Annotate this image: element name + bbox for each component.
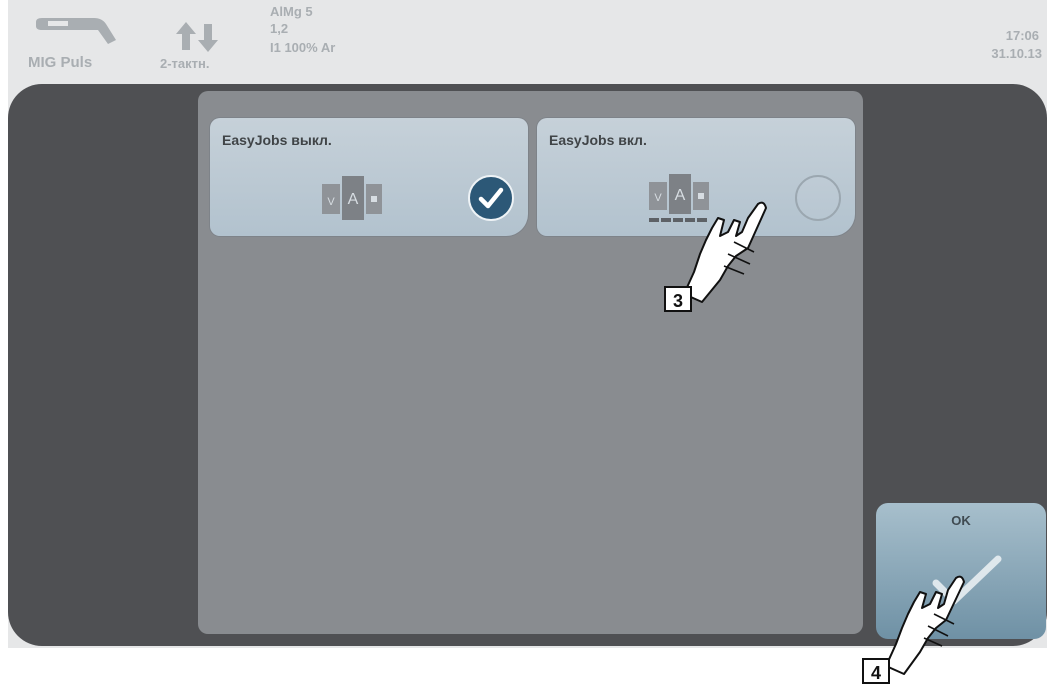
- up-down-arrows-icon: [176, 22, 218, 52]
- svg-text:V: V: [327, 196, 335, 208]
- hand-pointer-icon: [683, 201, 767, 303]
- hand-pointer-icon: [885, 575, 965, 675]
- gas-label: I1 100% Ar: [270, 40, 336, 55]
- trigger-mode-label: 2-тактн.: [160, 56, 210, 71]
- torch-icon: [36, 18, 116, 44]
- trigger-mode-indicator[interactable]: 2-тактн.: [160, 14, 240, 74]
- unselected-radio-icon: [795, 175, 841, 221]
- option-label: EasyJobs выкл.: [222, 132, 332, 148]
- job-parameters[interactable]: AlMg 5 1,2 I1 100% Ar: [270, 4, 390, 74]
- process-mode-indicator[interactable]: MIG Puls: [28, 14, 124, 74]
- process-mode-label: MIG Puls: [28, 54, 93, 71]
- status-bar: MIG Puls 2-тактн. AlMg 5 1,2 I1 100% Ar …: [8, 0, 1047, 84]
- step-callout-3: 3: [664, 286, 692, 312]
- svg-text:A: A: [348, 191, 359, 208]
- selected-check-icon: [468, 175, 514, 221]
- va-display-icon: V A: [322, 176, 382, 220]
- step-callout-4: 4: [862, 658, 890, 684]
- option-easyjobs-off[interactable]: EasyJobs выкл. V A: [210, 118, 528, 236]
- option-label: EasyJobs вкл.: [549, 132, 647, 148]
- wire-diameter-label: 1,2: [270, 21, 289, 36]
- welder-screen: MIG Puls 2-тактн. AlMg 5 1,2 I1 100% Ar …: [8, 0, 1047, 648]
- svg-text:V: V: [654, 192, 662, 204]
- material-label: AlMg 5: [270, 4, 313, 19]
- time-label: 17:06: [1005, 28, 1039, 43]
- date-label: 31.10.13: [991, 46, 1042, 61]
